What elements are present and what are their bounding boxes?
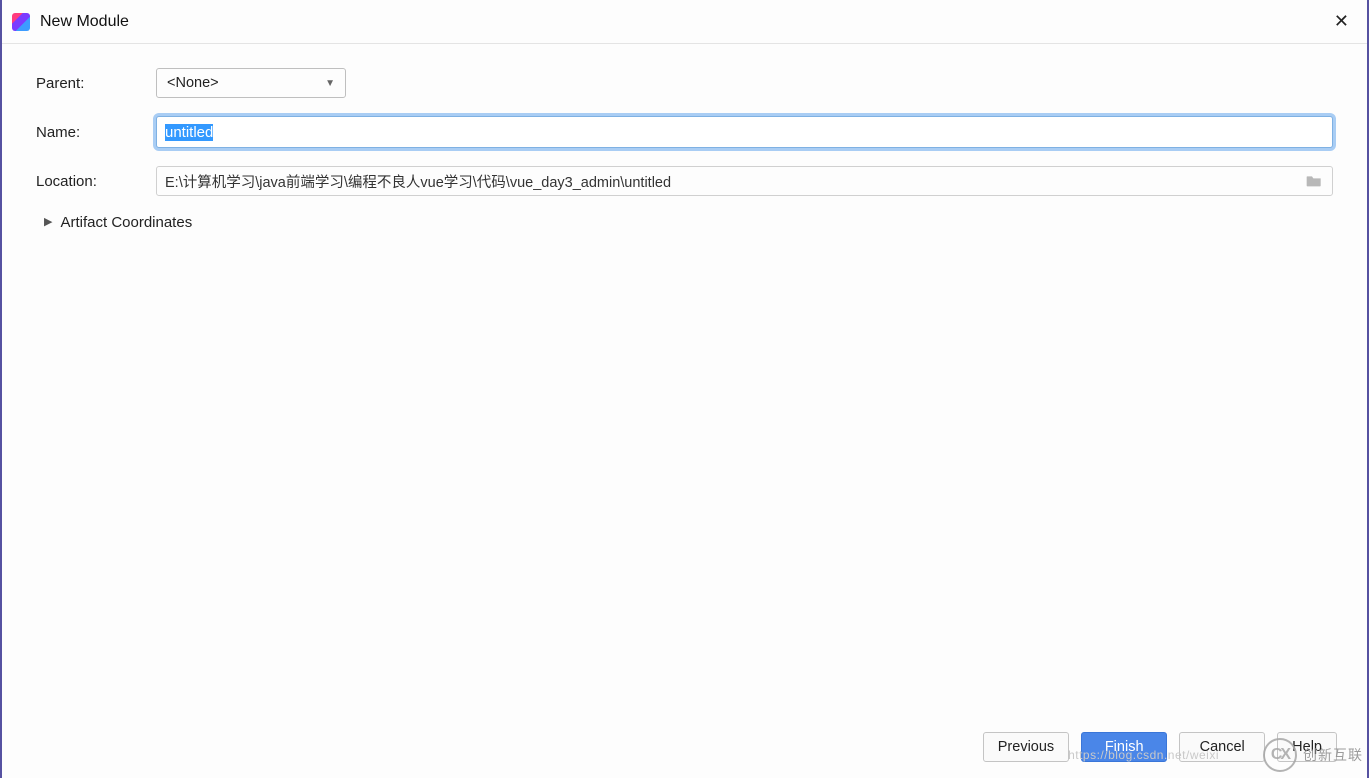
dialog-footer: Previous Finish Cancel Help [2, 716, 1367, 778]
row-parent: Parent: <None> ▼ [36, 68, 1333, 98]
artifact-coordinates-label: Artifact Coordinates [60, 214, 192, 231]
row-location: Location: [36, 166, 1333, 196]
cancel-button[interactable]: Cancel [1179, 732, 1265, 762]
parent-dropdown[interactable]: <None> ▼ [156, 68, 346, 98]
artifact-coordinates-toggle[interactable]: ▶ Artifact Coordinates [36, 214, 1333, 231]
titlebar: New Module ✕ [2, 0, 1367, 44]
previous-button[interactable]: Previous [983, 732, 1069, 762]
folder-icon [1306, 174, 1322, 188]
location-label: Location: [36, 173, 156, 190]
close-icon[interactable]: ✕ [1326, 7, 1357, 36]
dialog-content: Parent: <None> ▼ Name: Location: [2, 44, 1367, 716]
parent-label: Parent: [36, 75, 156, 92]
intellij-icon [12, 13, 30, 31]
name-label: Name: [36, 124, 156, 141]
window-title: New Module [40, 13, 1326, 31]
parent-selected-value: <None> [167, 75, 219, 91]
new-module-dialog: New Module ✕ Parent: <None> ▼ Name: Loca… [0, 0, 1369, 778]
caret-right-icon: ▶ [44, 215, 52, 228]
row-name: Name: [36, 116, 1333, 148]
finish-button[interactable]: Finish [1081, 732, 1167, 762]
help-button[interactable]: Help [1277, 732, 1337, 762]
browse-location-button[interactable] [1303, 172, 1325, 190]
name-input[interactable] [156, 116, 1333, 148]
chevron-down-icon: ▼ [325, 78, 335, 89]
location-input[interactable] [156, 166, 1333, 196]
